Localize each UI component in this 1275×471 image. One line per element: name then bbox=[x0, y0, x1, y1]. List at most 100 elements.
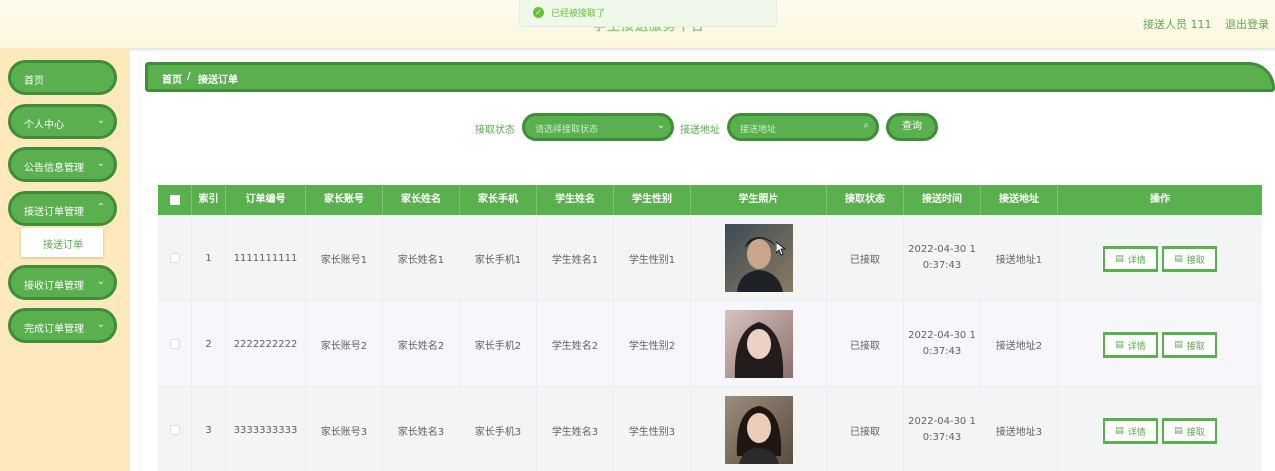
chevron-down-icon: ⌄ bbox=[96, 276, 105, 287]
chevron-down-icon: ⌄ bbox=[656, 120, 665, 131]
row-checkbox[interactable] bbox=[169, 253, 180, 263]
cell-address: 接送地址3 bbox=[981, 387, 1058, 471]
breadcrumb-home[interactable]: 首页 bbox=[162, 71, 182, 86]
cell-student-gender: 学生性别2 bbox=[614, 301, 691, 387]
student-photo[interactable] bbox=[724, 224, 793, 292]
detail-button[interactable]: ▤ 详情 bbox=[1103, 418, 1158, 444]
sidebar-item-completed-orders[interactable]: 完成订单管理 ⌄ bbox=[8, 308, 117, 343]
row-checkbox[interactable] bbox=[169, 425, 180, 435]
cell-parent-name: 家长姓名3 bbox=[383, 387, 460, 471]
column-header: 操作 bbox=[1150, 194, 1170, 205]
sidebar-item-received-orders[interactable]: 接收订单管理 ⌄ bbox=[8, 265, 117, 300]
select-all-cell bbox=[158, 185, 192, 215]
cell-time: 2022-04-30 10:37:43 bbox=[904, 301, 981, 387]
student-photo[interactable] bbox=[724, 396, 793, 464]
search-button[interactable]: 查询 bbox=[886, 113, 938, 141]
sidebar-item-label: 完成订单管理 bbox=[24, 324, 84, 335]
cell-student-photo bbox=[691, 215, 827, 301]
status-filter-label: 接取状态 bbox=[475, 125, 515, 136]
cell-order-no: 1111111111 bbox=[226, 215, 306, 301]
sidebar-item-profile[interactable]: 个人中心 ⌄ bbox=[8, 104, 117, 139]
column-header: 学生照片 bbox=[691, 185, 827, 215]
column-header: 学生姓名 bbox=[537, 185, 614, 215]
current-user: 接送人员 111 bbox=[1143, 18, 1212, 31]
cell-student-photo bbox=[691, 387, 827, 471]
breadcrumb: 首页 / 接送订单 bbox=[145, 62, 1275, 92]
sidebar-item-label: 个人中心 bbox=[24, 120, 64, 131]
cell-parent-name: 家长姓名1 bbox=[383, 215, 460, 301]
cell-time: 2022-04-30 10:37:43 bbox=[904, 215, 981, 301]
logout-link[interactable]: 退出登录 bbox=[1225, 16, 1269, 32]
cell-parent-phone: 家长手机3 bbox=[460, 387, 537, 471]
document-icon: ▤ bbox=[1174, 426, 1183, 436]
pickup-button-label: 接取 bbox=[1186, 255, 1205, 266]
sidebar-item-home[interactable]: 首页 bbox=[8, 60, 117, 95]
cell-parent-account: 家长账号1 bbox=[306, 215, 383, 301]
column-header: 接取状态 bbox=[827, 185, 904, 215]
document-icon: ▤ bbox=[1115, 340, 1124, 350]
cell-status: 已接取 bbox=[827, 301, 904, 387]
cell-index: 2 bbox=[192, 301, 226, 387]
document-icon: ▤ bbox=[1174, 254, 1183, 264]
detail-button[interactable]: ▤ 详情 bbox=[1103, 332, 1158, 358]
cell-parent-name: 家长姓名2 bbox=[383, 301, 460, 387]
toast-message: 已经被接取了 bbox=[551, 9, 606, 19]
address-input[interactable]: 接送地址 ⌕ bbox=[727, 113, 879, 141]
column-header: 家长账号 bbox=[306, 185, 383, 215]
pickup-button-label: 接取 bbox=[1186, 427, 1205, 438]
cell-student-gender: 学生性别3 bbox=[614, 387, 691, 471]
cell-address: 接送地址1 bbox=[981, 215, 1058, 301]
column-header: 接送地址 bbox=[981, 185, 1058, 215]
detail-button-label: 详情 bbox=[1127, 341, 1146, 352]
select-all-checkbox[interactable] bbox=[169, 195, 180, 205]
pickup-button[interactable]: ▤ 接取 bbox=[1162, 418, 1217, 444]
sidebar-item-label: 公告信息管理 bbox=[24, 163, 84, 174]
cell-parent-phone: 家长手机2 bbox=[460, 301, 537, 387]
mouse-cursor-icon bbox=[776, 242, 786, 256]
status-select[interactable]: 请选择接取状态 ⌄ bbox=[522, 113, 674, 141]
cell-student-gender: 学生性别1 bbox=[614, 215, 691, 301]
cell-actions: ▤ 详情 ▤ 接取 bbox=[1058, 301, 1262, 387]
column-header: 索引 bbox=[192, 185, 226, 215]
address-filter-label: 接送地址 bbox=[680, 125, 720, 136]
column-header: 学生性别 bbox=[614, 185, 691, 215]
sidebar-item-label: 首页 bbox=[24, 76, 44, 87]
pickup-button[interactable]: ▤ 接取 bbox=[1162, 332, 1217, 358]
cell-student-photo bbox=[691, 301, 827, 387]
cell-student-name: 学生姓名3 bbox=[537, 387, 614, 471]
check-circle-icon: ✓ bbox=[533, 7, 544, 18]
detail-button[interactable]: ▤ 详情 bbox=[1103, 246, 1158, 272]
row-checkbox-cell bbox=[158, 301, 192, 387]
student-photo[interactable] bbox=[724, 310, 793, 378]
cell-index: 3 bbox=[192, 387, 226, 471]
column-header: 家长姓名 bbox=[383, 185, 460, 215]
sidebar: 首页 个人中心 ⌄ 公告信息管理 ⌄ 接送订单管理 ⌃ 接收订单管理 ⌄ 完成订… bbox=[0, 48, 130, 471]
breadcrumb-current: 接送订单 bbox=[198, 75, 238, 86]
cell-time: 2022-04-30 10:37:43 bbox=[904, 387, 981, 471]
detail-button-label: 详情 bbox=[1127, 255, 1146, 266]
cell-index: 1 bbox=[192, 215, 226, 301]
table-row: 2 2222222222 家长账号2 家长姓名2 家长手机2 学生姓名2 学生性… bbox=[158, 301, 1262, 387]
cell-parent-phone: 家长手机1 bbox=[460, 215, 537, 301]
detail-button-label: 详情 bbox=[1127, 427, 1146, 438]
top-header: 学生接送服务平台 ✓ 已经被接取了 接送人员 111 退出登录 bbox=[0, 0, 1275, 48]
column-header: 订单编号 bbox=[226, 185, 306, 215]
cell-address: 接送地址2 bbox=[981, 301, 1058, 387]
sidebar-item-notice[interactable]: 公告信息管理 ⌄ bbox=[8, 147, 117, 182]
sidebar-subitem-pickup-order[interactable]: 接送订单 bbox=[21, 228, 103, 257]
chevron-up-icon: ⌃ bbox=[96, 202, 105, 213]
table-header: 索引 订单编号 家长账号 家长姓名 家长手机 学生姓名 学生性别 学生照片 接取… bbox=[158, 185, 1262, 215]
sidebar-item-pickup-orders[interactable]: 接送订单管理 ⌃ bbox=[8, 191, 117, 226]
breadcrumb-separator: / bbox=[187, 71, 191, 82]
row-checkbox[interactable] bbox=[169, 339, 180, 349]
chevron-down-icon: ⌄ bbox=[96, 115, 105, 126]
pickup-button[interactable]: ▤ 接取 bbox=[1162, 246, 1217, 272]
column-header: 家长手机 bbox=[460, 185, 537, 215]
pickup-button-label: 接取 bbox=[1186, 341, 1205, 352]
document-icon: ▤ bbox=[1115, 254, 1124, 264]
sidebar-item-label: 接送订单管理 bbox=[24, 207, 84, 218]
cell-parent-account: 家长账号2 bbox=[306, 301, 383, 387]
cell-student-name: 学生姓名2 bbox=[537, 301, 614, 387]
cell-parent-account: 家长账号3 bbox=[306, 387, 383, 471]
sidebar-subitem-label: 接送订单 bbox=[43, 240, 83, 251]
